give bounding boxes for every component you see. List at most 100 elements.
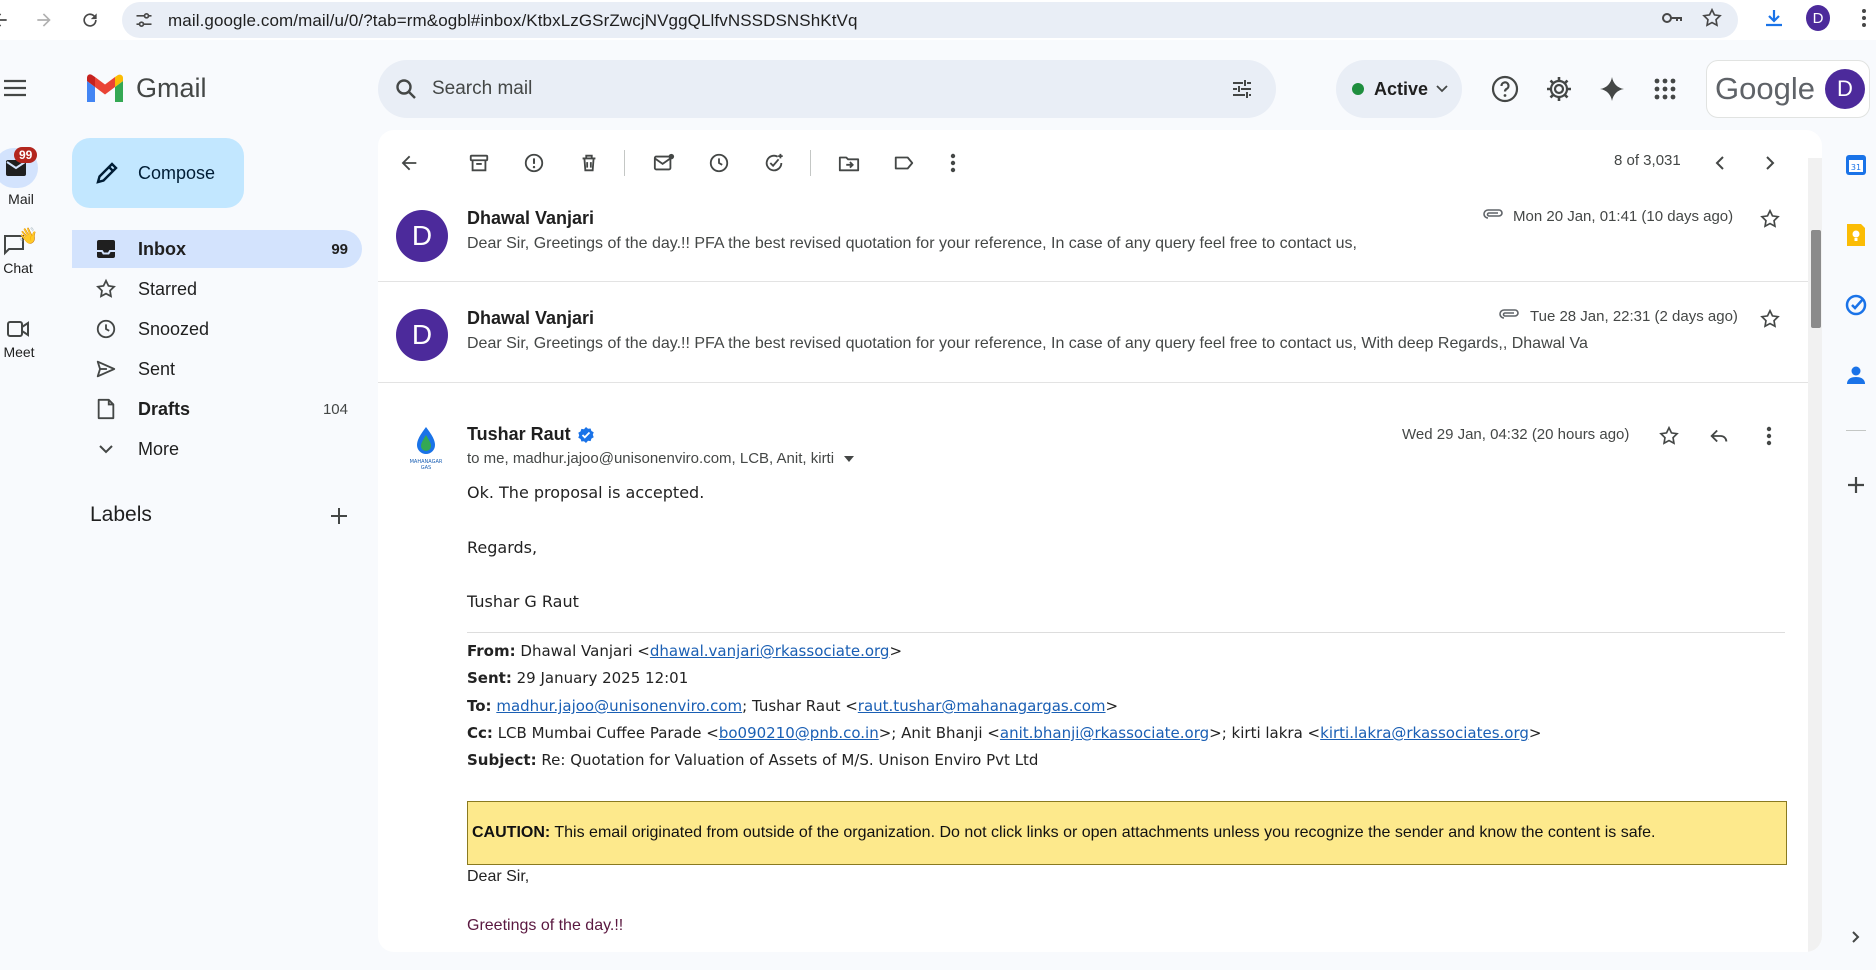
wave-icon: 👋 (18, 228, 38, 245)
add-label-icon[interactable] (329, 506, 349, 526)
from-close: > (889, 642, 903, 660)
reply-icon[interactable] (1706, 423, 1732, 449)
meet-icon[interactable] (6, 318, 52, 340)
from-email-link[interactable]: dhawal.vanjari@rkassociate.org (650, 642, 890, 660)
cc-label: Cc: (467, 724, 493, 742)
status-dropdown[interactable]: Active (1336, 60, 1462, 118)
to-email-link[interactable]: raut.tushar@mahanagargas.com (858, 697, 1106, 715)
attachment-icon (1482, 207, 1504, 221)
send-icon (94, 358, 118, 380)
settings-gear-icon[interactable] (1544, 74, 1574, 104)
nav-item-count: 99 (331, 240, 348, 258)
keep-icon[interactable] (1841, 220, 1871, 250)
recipients-line[interactable]: to me, madhur.jajoo@unisonenviro.com, LC… (467, 450, 855, 467)
url-text[interactable]: mail.google.com/mail/u/0/?tab=rm&ogbl#in… (168, 11, 858, 31)
back-icon[interactable] (0, 6, 14, 34)
search-options-icon[interactable] (1230, 77, 1254, 101)
star-icon (94, 278, 118, 300)
rail-mail[interactable]: 99 Mail (0, 147, 52, 207)
address-bar[interactable]: mail.google.com/mail/u/0/?tab=rm&ogbl#in… (122, 2, 1738, 38)
body-line: Ok. The proposal is accepted. (467, 483, 705, 502)
help-icon[interactable] (1490, 74, 1520, 104)
svg-text:31: 31 (1851, 163, 1861, 172)
caret-down-icon[interactable] (844, 456, 855, 463)
get-addons-plus-icon[interactable] (1841, 470, 1871, 500)
download-icon[interactable] (1762, 6, 1786, 30)
pagination-count: 8 of 3,031 (1614, 152, 1681, 169)
collapsed-message[interactable]: D Dhawal Vanjari Dear Sir, Greetings of … (378, 282, 1808, 383)
contacts-icon[interactable] (1841, 360, 1871, 390)
labels-heading: Labels (90, 503, 152, 526)
delete-icon[interactable] (574, 148, 604, 178)
site-info-icon[interactable] (134, 10, 154, 30)
browser-menu-icon[interactable] (1852, 6, 1876, 30)
nav-item-label: Inbox (138, 238, 186, 259)
newer-chevron-left-icon[interactable] (1705, 148, 1735, 178)
forward-icon[interactable] (30, 6, 58, 34)
search-icon[interactable] (394, 77, 418, 101)
report-spam-icon[interactable] (519, 148, 549, 178)
scrollbar-thumb[interactable] (1811, 230, 1821, 328)
message-view: 8 of 3,031 D Dhawal Vanjari Dear Sir, Gr… (378, 130, 1822, 952)
search-input[interactable]: Search mail (432, 78, 532, 100)
sent-label: Sent: (467, 669, 512, 687)
rail-chat-label: Chat (3, 260, 33, 276)
reload-icon[interactable] (76, 6, 104, 34)
rail-meet[interactable]: Meet (0, 318, 52, 360)
apps-grid-icon[interactable] (1650, 74, 1680, 104)
search-bar[interactable]: Search mail (378, 60, 1276, 118)
add-task-icon[interactable] (759, 148, 789, 178)
main-menu-icon[interactable] (2, 78, 28, 98)
calendar-icon[interactable]: 31 (1841, 150, 1871, 180)
nav-item-label: Snoozed (138, 318, 210, 339)
nav-item-more[interactable]: More (72, 430, 362, 468)
star-icon[interactable] (1757, 306, 1783, 332)
nav-item-starred[interactable]: Starred (72, 270, 362, 308)
account-avatar[interactable]: D (1825, 69, 1865, 109)
star-icon[interactable] (1656, 423, 1682, 449)
quoted-subject: Subject: Re: Quotation for Valuation of … (467, 751, 1038, 769)
rail-chat[interactable]: 👋 Chat (0, 228, 52, 276)
password-key-icon[interactable] (1660, 6, 1684, 30)
account-switcher[interactable]: Google D (1706, 60, 1870, 118)
move-to-icon[interactable] (834, 148, 864, 178)
nav-item-drafts[interactable]: Drafts 104 (72, 390, 362, 428)
cc-email-link[interactable]: bo090210@pnb.co.in (719, 724, 879, 742)
sender-logo: MAHANAGAR GAS (408, 425, 444, 471)
sender-name-text: Tushar Raut (467, 424, 571, 444)
attachment-icon (1498, 307, 1520, 321)
nav-item-inbox[interactable]: Inbox 99 (72, 230, 362, 268)
subject-label: Subject: (467, 751, 537, 769)
gmail-logo[interactable]: Gmail (84, 72, 207, 104)
to-close: > (1105, 697, 1119, 715)
message-more-icon[interactable] (1756, 423, 1782, 449)
label-icon[interactable] (889, 148, 919, 178)
nav-item-label: More (138, 438, 180, 459)
snooze-clock-icon[interactable] (704, 148, 734, 178)
archive-icon[interactable] (464, 148, 494, 178)
collapsed-message[interactable]: D Dhawal Vanjari Dear Sir, Greetings of … (378, 190, 1808, 282)
profile-avatar[interactable]: D (1806, 5, 1830, 31)
older-chevron-right-icon[interactable] (1755, 148, 1785, 178)
cc-close: > (1528, 724, 1542, 742)
compose-button[interactable]: Compose (72, 138, 244, 208)
more-options-icon[interactable] (938, 148, 968, 178)
star-icon[interactable] (1757, 206, 1783, 232)
expand-panel-chevron-icon[interactable] (1841, 922, 1871, 952)
cc-mid: >; Anit Bhanji < (878, 724, 1000, 742)
nav-item-snoozed[interactable]: Snoozed (72, 310, 362, 348)
mark-unread-icon[interactable] (649, 148, 679, 178)
message-snippet: Dear Sir, Greetings of the day.!! PFA th… (467, 235, 1357, 252)
back-to-inbox-icon[interactable] (394, 148, 424, 178)
nav-item-sent[interactable]: Sent (72, 350, 362, 388)
chat-icon[interactable]: 👋 (2, 228, 52, 256)
body-line: Tushar G Raut (467, 592, 579, 611)
body-line: Regards, (467, 538, 538, 557)
cc-email-link[interactable]: kirti.lakra@rkassociates.org (1320, 724, 1529, 742)
cc-email-link[interactable]: anit.bhanji@rkassociate.org (1000, 724, 1209, 742)
bookmark-star-icon[interactable] (1700, 6, 1724, 30)
tasks-icon[interactable] (1841, 290, 1871, 320)
google-wordmark: Google (1715, 71, 1815, 106)
gemini-sparkle-icon[interactable] (1597, 74, 1627, 104)
to-email-link[interactable]: madhur.jajoo@unisonenviro.com (496, 697, 742, 715)
